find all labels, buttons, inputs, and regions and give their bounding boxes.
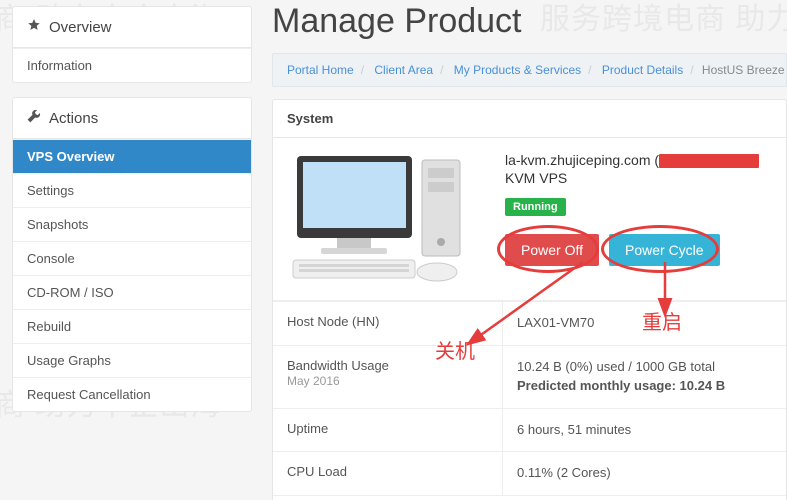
- computer-icon: [287, 152, 477, 282]
- overview-item-information[interactable]: Information: [13, 48, 251, 82]
- hostname-line: la-kvm.zhujiceping.com (: [505, 152, 772, 168]
- cpu-value: 0.11% (2 Cores): [503, 452, 786, 495]
- resource-usage-title: Resource Usage: [273, 495, 786, 500]
- overview-title: Overview: [13, 7, 251, 48]
- breadcrumb: Portal Home/ Client Area/ My Products & …: [272, 53, 787, 87]
- breadcrumb-link[interactable]: Client Area: [374, 63, 433, 77]
- uptime-label: Uptime: [273, 409, 503, 452]
- actions-title: Actions: [13, 98, 251, 139]
- hostname: la-kvm.zhujiceping.com: [505, 152, 651, 168]
- system-card: System: [272, 99, 787, 500]
- action-item-usage-graphs[interactable]: Usage Graphs: [13, 343, 251, 377]
- system-card-title: System: [273, 100, 786, 138]
- power-buttons: Power Off Power Cycle: [505, 234, 772, 266]
- breadcrumb-link[interactable]: My Products & Services: [454, 63, 581, 77]
- actions-panel: Actions VPS Overview Settings Snapshots …: [12, 97, 252, 412]
- page-title: Manage Product: [272, 2, 787, 41]
- power-cycle-button[interactable]: Power Cycle: [609, 234, 720, 266]
- action-item-request-cancellation[interactable]: Request Cancellation: [13, 377, 251, 411]
- breadcrumb-current: HostUS Breeze Panel :: KVM Overview: [702, 63, 787, 77]
- power-off-button[interactable]: Power Off: [505, 234, 599, 266]
- bandwidth-label: Bandwidth Usage May 2016: [273, 346, 503, 408]
- action-item-rebuild[interactable]: Rebuild: [13, 309, 251, 343]
- overview-panel: Overview Information: [12, 6, 252, 83]
- table-row: Host Node (HN) LAX01-VM70: [273, 301, 786, 345]
- bandwidth-period: May 2016: [287, 374, 340, 388]
- table-row: Bandwidth Usage May 2016 10.24 B (0%) us…: [273, 345, 786, 408]
- host-node-label: Host Node (HN): [273, 302, 503, 345]
- wrench-icon: [27, 109, 41, 127]
- action-item-settings[interactable]: Settings: [13, 173, 251, 207]
- action-item-snapshots[interactable]: Snapshots: [13, 207, 251, 241]
- redacted-ip: [659, 154, 759, 168]
- star-icon: [27, 18, 41, 36]
- actions-title-text: Actions: [49, 110, 98, 127]
- uptime-value: 6 hours, 51 minutes: [503, 409, 786, 452]
- product-type: KVM VPS: [505, 170, 772, 186]
- host-node-value: LAX01-VM70: [503, 302, 786, 345]
- breadcrumb-link[interactable]: Product Details: [602, 63, 683, 77]
- action-item-cdrom[interactable]: CD-ROM / ISO: [13, 275, 251, 309]
- breadcrumb-link[interactable]: Portal Home: [287, 63, 354, 77]
- status-badge: Running: [505, 198, 566, 216]
- table-row: CPU Load 0.11% (2 Cores): [273, 451, 786, 495]
- table-row: Uptime 6 hours, 51 minutes: [273, 408, 786, 452]
- overview-title-text: Overview: [49, 19, 112, 36]
- bandwidth-value: 10.24 B (0%) used / 1000 GB total Predic…: [503, 346, 786, 408]
- action-item-console[interactable]: Console: [13, 241, 251, 275]
- action-item-vps-overview[interactable]: VPS Overview: [13, 139, 251, 173]
- cpu-label: CPU Load: [273, 452, 503, 495]
